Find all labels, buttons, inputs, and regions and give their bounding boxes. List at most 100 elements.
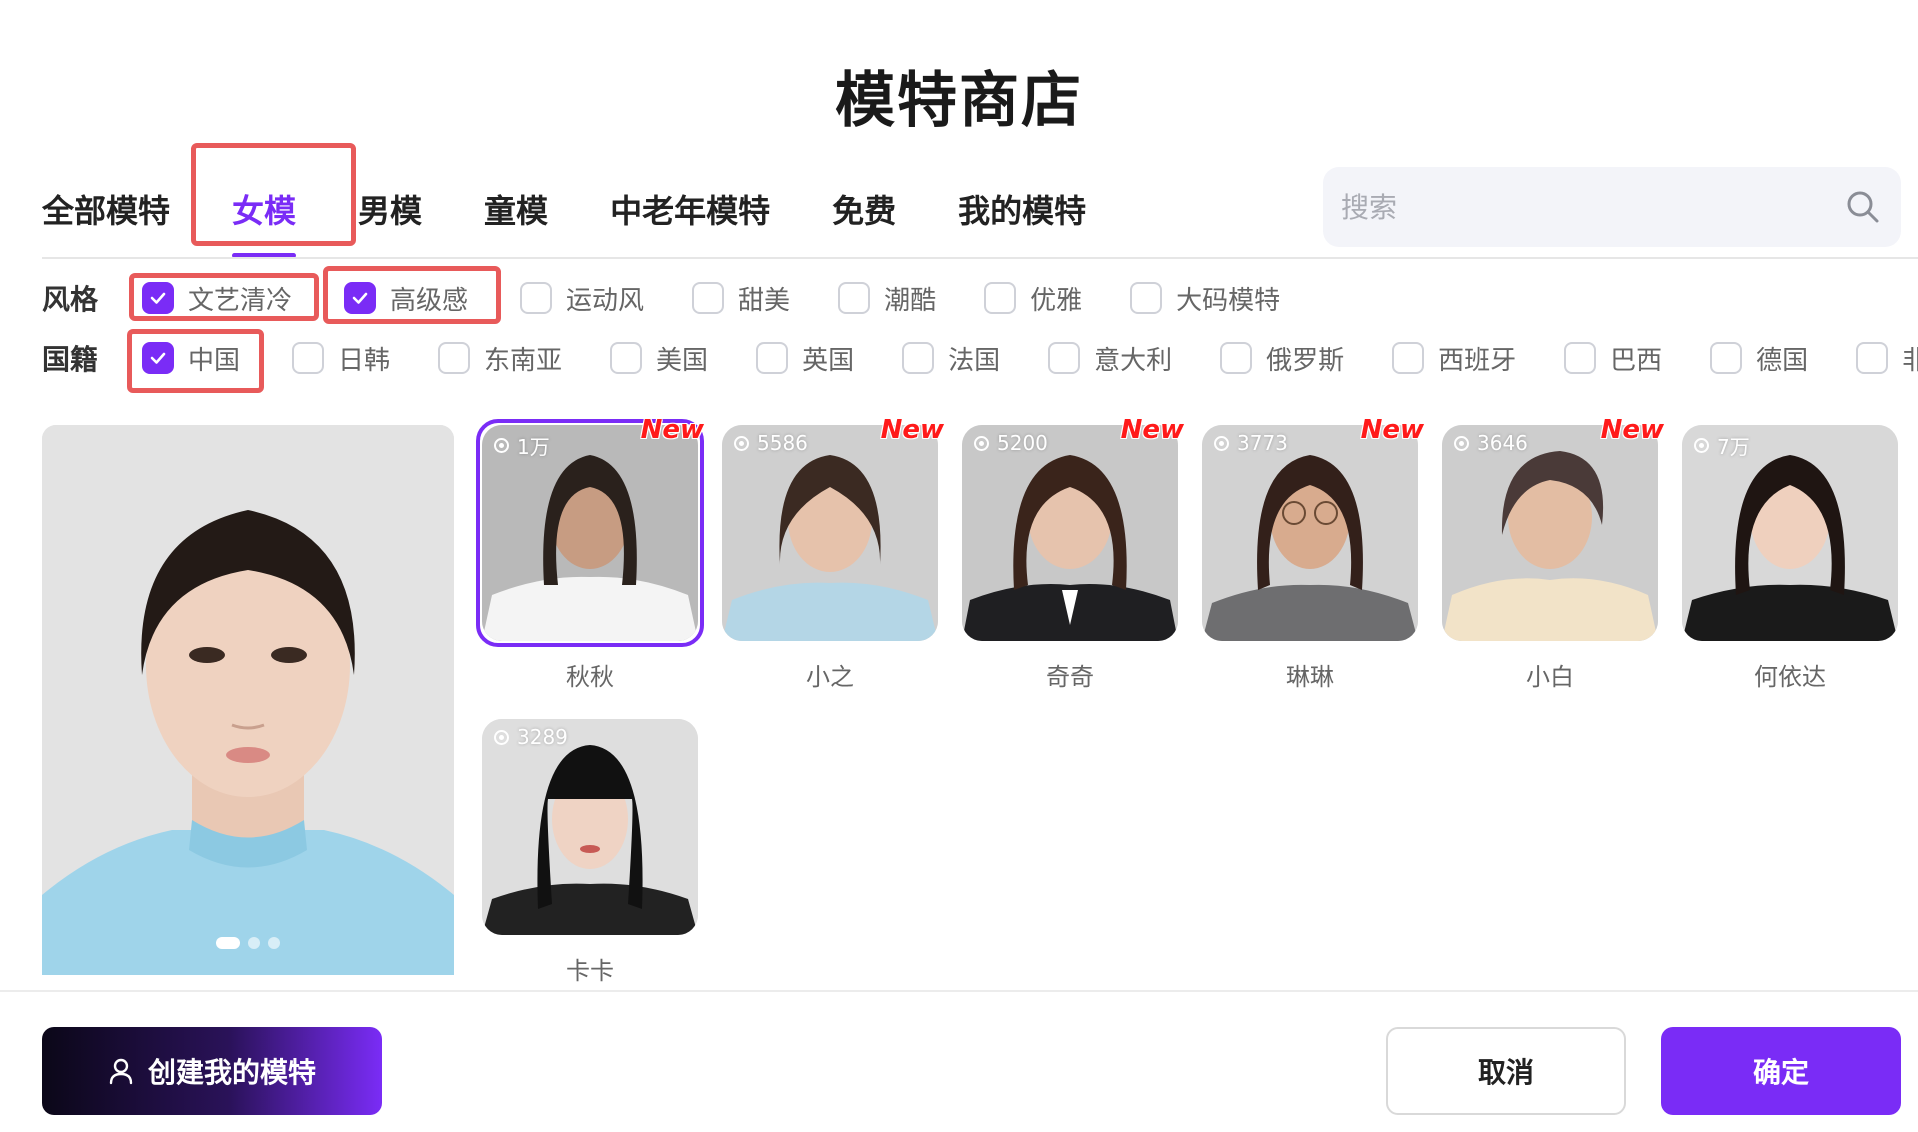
user-icon: [109, 1058, 133, 1085]
checkbox[interactable]: [902, 342, 935, 374]
nationality-option-france[interactable]: 法国: [902, 340, 1000, 377]
nationality-option-china[interactable]: 中国: [142, 340, 240, 377]
checkbox[interactable]: [520, 282, 553, 314]
option-label: 美国: [656, 345, 709, 376]
tab-my-models[interactable]: 我的模特: [958, 180, 1086, 260]
checkbox[interactable]: [756, 342, 789, 374]
model-name: 秋秋: [566, 663, 614, 691]
model-card[interactable]: 1万 New 秋秋: [476, 415, 704, 692]
tabs-divider: [42, 257, 1918, 259]
tab-senior-models[interactable]: 中老年模特: [610, 180, 770, 260]
option-label: 英国: [802, 345, 855, 376]
checkbox[interactable]: [1130, 282, 1163, 314]
usage-count: 1万: [494, 431, 550, 460]
checkbox[interactable]: [1564, 342, 1597, 374]
tab-free[interactable]: 免费: [832, 180, 896, 260]
style-filter-row: 风格 文艺清冷 高级感 运动风 甜美 潮酷 优雅 大码模特: [42, 276, 1330, 320]
model-preview-image: [42, 425, 454, 975]
model-card[interactable]: 5200 New 奇奇: [962, 415, 1184, 692]
option-label: 德国: [1756, 345, 1809, 376]
usage-count-value: 3289: [517, 725, 568, 749]
model-card[interactable]: 3773 New 琳琳: [1202, 415, 1424, 692]
style-option-plus-size[interactable]: 大码模特: [1130, 280, 1280, 317]
checkbox[interactable]: [1710, 342, 1743, 374]
page-title: 模特商店: [835, 66, 1083, 136]
checkbox[interactable]: [1048, 342, 1081, 374]
nationality-option-japan-korea[interactable]: 日韩: [292, 340, 390, 377]
model-card[interactable]: 3646 New 小白: [1442, 415, 1664, 692]
coin-icon: [974, 435, 989, 451]
model-card[interactable]: 5586 New 小之: [722, 415, 944, 692]
style-option-gaoji[interactable]: 高级感: [344, 280, 468, 317]
option-label: 东南亚: [484, 345, 563, 376]
nationality-option-spain[interactable]: 西班牙: [1392, 340, 1516, 377]
model-name: 何依达: [1754, 663, 1826, 691]
model-portrait: [482, 719, 698, 935]
checkbox[interactable]: [142, 342, 174, 374]
option-label: 巴西: [1610, 345, 1663, 376]
nationality-option-uk[interactable]: 英国: [756, 340, 854, 377]
carousel-dot[interactable]: [216, 937, 240, 949]
model-card[interactable]: 7万 何依达: [1682, 425, 1898, 692]
checkbox[interactable]: [142, 282, 174, 314]
checkbox[interactable]: [438, 342, 471, 374]
model-thumbnail[interactable]: 5586: [722, 425, 938, 641]
nationality-option-germany[interactable]: 德国: [1710, 340, 1808, 377]
checkbox[interactable]: [984, 282, 1017, 314]
carousel-dot[interactable]: [268, 937, 280, 949]
tab-female-models[interactable]: 女模: [232, 180, 297, 260]
usage-count-value: 3773: [1237, 431, 1288, 455]
create-my-model-button[interactable]: 创建我的模特: [42, 1027, 382, 1115]
option-label: 优雅: [1030, 285, 1083, 316]
tab-label: 免费: [832, 192, 897, 230]
nationality-option-italy[interactable]: 意大利: [1048, 340, 1172, 377]
coin-icon: [494, 729, 509, 745]
checkbox[interactable]: [1220, 342, 1253, 374]
tab-all-models[interactable]: 全部模特: [42, 180, 170, 260]
style-option-cool[interactable]: 潮酷: [838, 280, 936, 317]
model-name: 小白: [1526, 663, 1574, 691]
model-thumbnail[interactable]: 3646: [1442, 425, 1658, 641]
checkbox[interactable]: [292, 342, 325, 374]
coin-icon: [734, 435, 749, 451]
cancel-button-label: 取消: [1477, 1056, 1534, 1089]
search-icon[interactable]: [1843, 187, 1883, 227]
style-option-sweet[interactable]: 甜美: [692, 280, 790, 317]
checkbox[interactable]: [1392, 342, 1425, 374]
nationality-option-brazil[interactable]: 巴西: [1564, 340, 1662, 377]
tab-label: 童模: [484, 192, 549, 230]
style-option-sport[interactable]: 运动风: [520, 280, 644, 317]
confirm-button[interactable]: 确定: [1661, 1027, 1901, 1115]
footer-divider: [0, 990, 1918, 992]
checkbox[interactable]: [692, 282, 725, 314]
tab-male-models[interactable]: 男模: [358, 180, 422, 260]
option-label: 高级感: [390, 285, 469, 316]
model-thumbnail[interactable]: 1万: [482, 425, 698, 641]
model-thumbnail[interactable]: 7万: [1682, 425, 1898, 641]
option-label: 中国: [188, 345, 241, 376]
carousel-dot[interactable]: [248, 937, 260, 949]
style-option-elegant[interactable]: 优雅: [984, 280, 1082, 317]
checkbox[interactable]: [1856, 342, 1889, 374]
model-name: 琳琳: [1286, 663, 1334, 691]
usage-count-value: 5586: [757, 431, 808, 455]
usage-count: 3646: [1454, 431, 1528, 455]
nationality-option-sea[interactable]: 东南亚: [438, 340, 562, 377]
tab-child-models[interactable]: 童模: [484, 180, 548, 260]
checkbox[interactable]: [610, 342, 643, 374]
cancel-button[interactable]: 取消: [1386, 1027, 1626, 1115]
nationality-option-africa[interactable]: 非洲: [1856, 340, 1918, 377]
checkbox[interactable]: [344, 282, 377, 314]
option-label: 意大利: [1094, 345, 1173, 376]
nationality-option-russia[interactable]: 俄罗斯: [1220, 340, 1344, 377]
model-thumbnail[interactable]: 5200: [962, 425, 1178, 641]
checkbox[interactable]: [838, 282, 871, 314]
nationality-option-usa[interactable]: 美国: [610, 340, 708, 377]
tab-label: 我的模特: [958, 192, 1087, 230]
search-input[interactable]: [1341, 167, 1821, 247]
model-card[interactable]: 3289 卡卡: [482, 719, 698, 986]
tab-label: 中老年模特: [610, 192, 771, 230]
model-thumbnail[interactable]: 3773: [1202, 425, 1418, 641]
model-thumbnail[interactable]: 3289: [482, 719, 698, 935]
style-option-wenyi[interactable]: 文艺清冷: [142, 280, 292, 317]
